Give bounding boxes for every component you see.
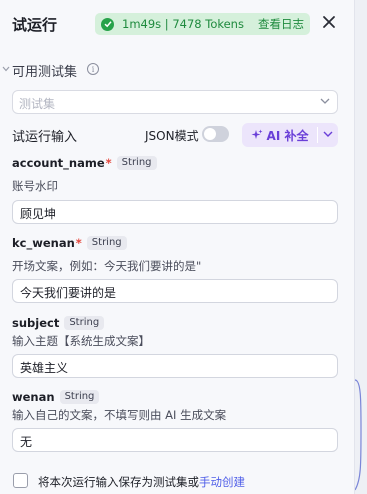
field-name-text: kc_wenan bbox=[12, 236, 75, 250]
field-description: 输入主题【系统生成文案】 bbox=[12, 334, 150, 348]
type-tag: String bbox=[59, 390, 100, 404]
kc-wenan-input[interactable]: 今天我们要讲的是 bbox=[12, 279, 338, 303]
panel-title: 试运行 bbox=[12, 16, 58, 34]
close-icon bbox=[323, 16, 335, 28]
collapse-chevron-icon[interactable] bbox=[2, 66, 10, 72]
save-as-testset-text: 将本次运行输入保存为测试集或 bbox=[38, 475, 199, 489]
required-marker: * bbox=[75, 236, 82, 250]
field-name-text: account_name bbox=[12, 156, 105, 170]
field-description: 账号水印 bbox=[12, 179, 58, 193]
type-tag: String bbox=[116, 156, 157, 170]
wenan-input[interactable]: 无 bbox=[12, 428, 338, 452]
toggle-knob bbox=[204, 128, 216, 140]
ai-fill-button-group: AI 补全 bbox=[242, 123, 338, 147]
ai-fill-label: AI 补全 bbox=[266, 128, 309, 143]
field-description: 开场文案，例如：今天我们要讲的是" bbox=[12, 259, 202, 273]
required-marker: * bbox=[105, 156, 112, 170]
ai-fill-button[interactable]: AI 补全 bbox=[242, 123, 317, 147]
field-name-text: subject bbox=[12, 316, 60, 330]
panel-header: 试运行 1m49s | 7478 Tokens 查看日志 bbox=[0, 0, 355, 50]
test-run-panel: 试运行 1m49s | 7478 Tokens 查看日志 可用测试集 i 测试集… bbox=[0, 0, 355, 494]
subject-input[interactable]: 英雄主义 bbox=[12, 354, 338, 378]
type-tag: String bbox=[86, 236, 127, 250]
testset-select[interactable]: 测试集 bbox=[12, 90, 338, 114]
field-label-wenan: wenan String bbox=[12, 390, 100, 404]
view-log-link[interactable]: 查看日志 bbox=[258, 16, 304, 32]
connector-line bbox=[355, 379, 362, 491]
ai-button-divider bbox=[317, 127, 318, 143]
ai-options-chevron-icon[interactable] bbox=[323, 131, 333, 138]
json-mode-label: JSON模式 bbox=[145, 129, 199, 143]
field-description: 输入自己的文案，不填写则由 AI 生成文案 bbox=[12, 408, 227, 422]
sparkle-icon bbox=[251, 129, 263, 139]
close-button[interactable] bbox=[320, 13, 338, 31]
save-as-testset-label: 将本次运行输入保存为测试集或手动创建 bbox=[38, 474, 245, 490]
info-icon[interactable]: i bbox=[87, 63, 99, 75]
chevron-down-icon bbox=[320, 98, 330, 104]
field-label-account-name: account_name * String bbox=[12, 156, 157, 170]
manual-create-link[interactable]: 手动创建 bbox=[199, 475, 245, 489]
type-tag: String bbox=[64, 316, 105, 330]
account-name-input[interactable]: 顾见坤 bbox=[12, 200, 338, 224]
field-label-subject: subject String bbox=[12, 316, 105, 330]
run-input-label: 试运行输入 bbox=[12, 130, 78, 145]
save-as-testset-checkbox[interactable] bbox=[13, 473, 28, 488]
json-mode-toggle[interactable] bbox=[202, 126, 229, 142]
testset-section-label: 可用测试集 bbox=[12, 65, 78, 80]
field-label-kc-wenan: kc_wenan * String bbox=[12, 236, 127, 250]
run-status-text: 1m49s | 7478 Tokens bbox=[122, 17, 244, 31]
field-name-text: wenan bbox=[12, 390, 55, 404]
run-status-badge: 1m49s | 7478 Tokens 查看日志 bbox=[95, 13, 310, 35]
testset-select-placeholder: 测试集 bbox=[19, 97, 56, 111]
check-circle-icon bbox=[101, 17, 114, 31]
